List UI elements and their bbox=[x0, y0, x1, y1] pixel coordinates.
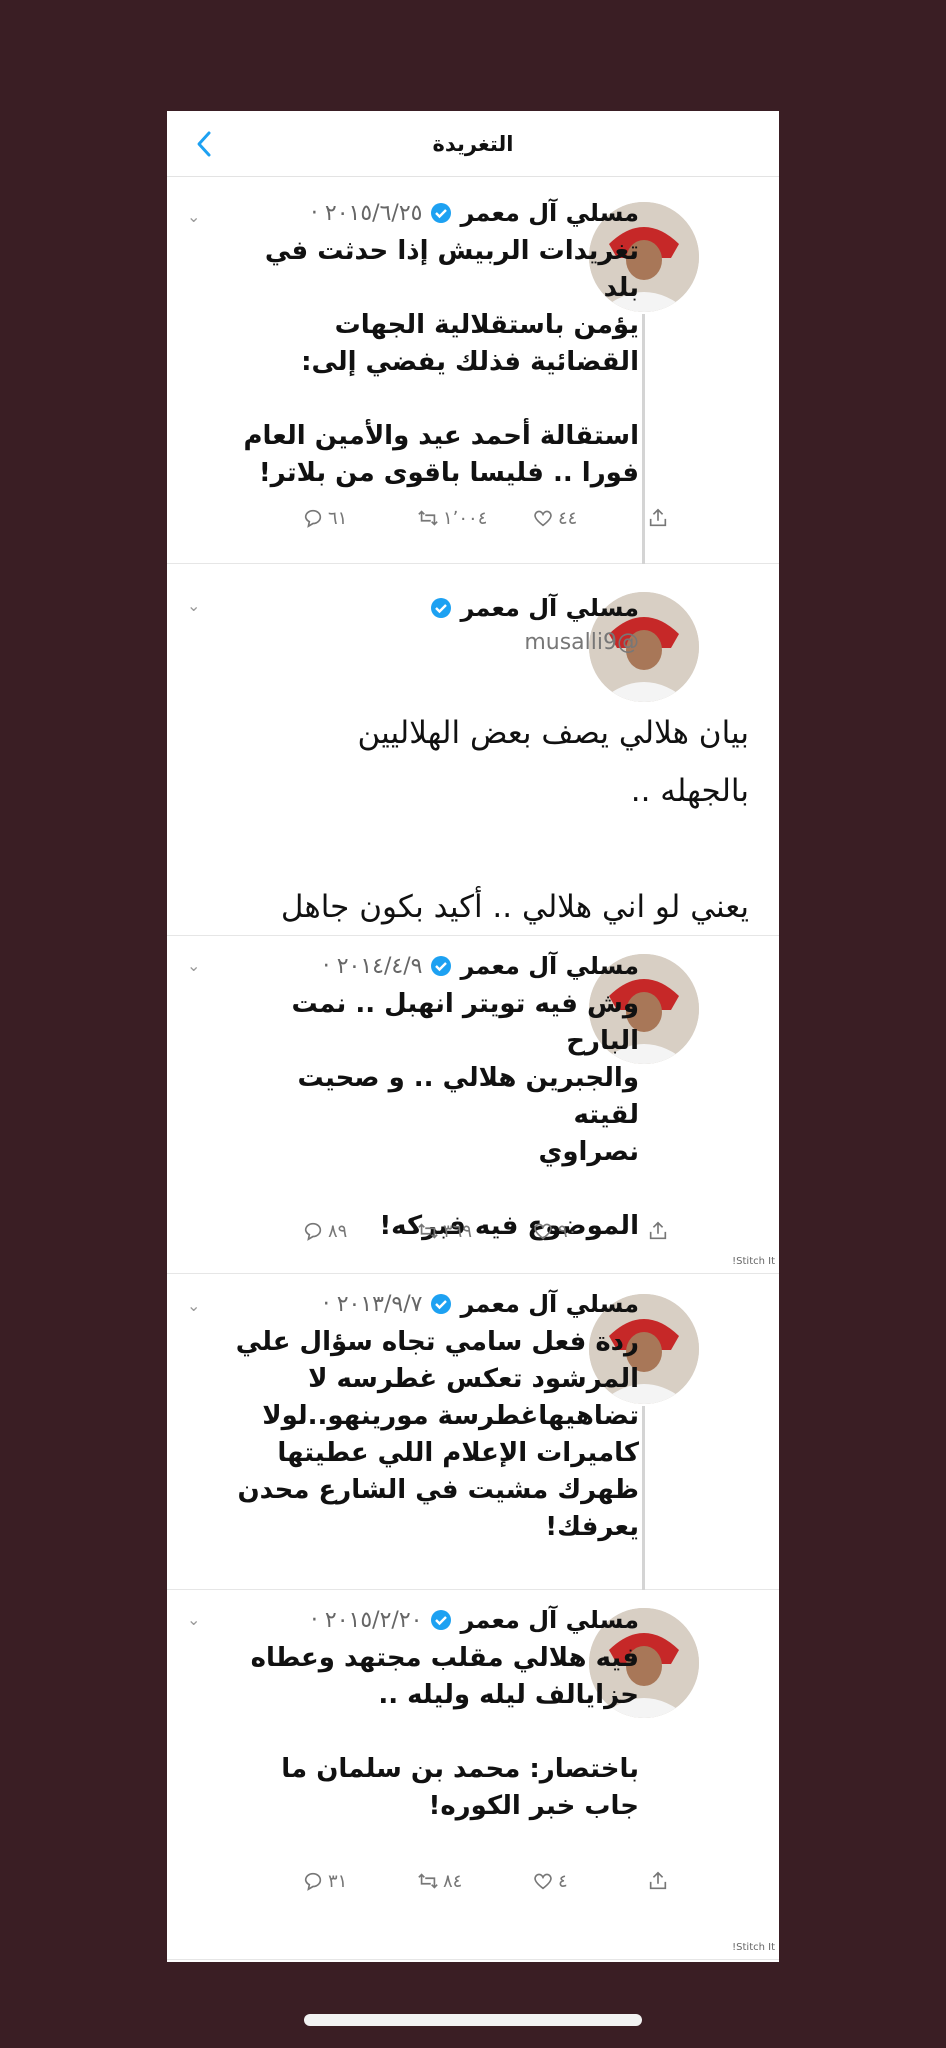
tweet-text: تغريدات الربيش إذا حدثت في بلد يؤمن باست… bbox=[243, 236, 639, 488]
like-button[interactable]: ٤ bbox=[532, 1870, 647, 1892]
author-name[interactable]: مسلي آل معمر bbox=[460, 594, 639, 622]
tweet-date[interactable]: ٢٠١٣/٩/٧ · bbox=[323, 1292, 423, 1317]
tweet-text: فيه هلالي مقلب مجتهد وعطاه حزايالف ليله … bbox=[250, 1643, 639, 1821]
tweet-actions: ٦١ ١٬٠٠٤ ٤٤ bbox=[167, 507, 779, 529]
retweet-button[interactable]: ١٬٠٠٤ bbox=[417, 507, 532, 529]
heart-icon bbox=[534, 1223, 552, 1240]
tweet-date[interactable]: ٢٠١٥/٢/٢٠ · bbox=[311, 1608, 423, 1633]
verified-badge-icon bbox=[431, 203, 452, 223]
back-button[interactable] bbox=[189, 124, 219, 164]
reply-count: ٦١ bbox=[328, 507, 348, 529]
reply-count: ٨٩ bbox=[328, 1220, 348, 1242]
verified-badge-icon bbox=[431, 956, 452, 976]
tweet-2[interactable]: ⌄ مسلي آل معمر @musalli9 بيان هلالي يصف … bbox=[167, 564, 779, 936]
like-button[interactable]: ٤٤ bbox=[532, 507, 647, 529]
share-icon bbox=[649, 1221, 667, 1240]
page-title: التغريدة bbox=[432, 131, 514, 156]
author-handle[interactable]: @musalli9 bbox=[227, 630, 774, 655]
share-icon bbox=[649, 1871, 667, 1890]
home-indicator[interactable] bbox=[304, 2014, 642, 2026]
retweet-count: ٨٤ bbox=[443, 1870, 463, 1892]
retweet-icon bbox=[418, 1873, 438, 1889]
share-button[interactable] bbox=[647, 1220, 762, 1242]
author-name[interactable]: مسلي آل معمر bbox=[460, 952, 639, 980]
retweet-icon bbox=[418, 510, 438, 526]
chevron-left-icon bbox=[197, 131, 211, 157]
tweet-actions: ٨٩ ٣٦٩ ٩٠ bbox=[167, 1220, 779, 1242]
tweet-date[interactable]: ٢٠١٥/٦/٢٥ · bbox=[311, 201, 423, 226]
verified-badge-icon bbox=[431, 1610, 452, 1630]
tweet-5[interactable]: ⌄ مسلي آل معمر ٢٠١٥/٢/٢٠ · فيه هلالي مقل… bbox=[167, 1590, 779, 1960]
tweet-1[interactable]: ⌄ مسلي آل معمر ٢٠١٥/٦/٢٥ · تغريدات الربي… bbox=[167, 177, 779, 564]
like-count: ٤ bbox=[558, 1870, 568, 1892]
tweet-header: مسلي آل معمر ٢٠١٣/٩/٧ · bbox=[227, 1288, 774, 1320]
reply-icon bbox=[304, 509, 322, 528]
like-button[interactable]: ٩٠ bbox=[532, 1220, 647, 1242]
retweet-icon bbox=[418, 1223, 438, 1239]
tweet-header: مسلي آل معمر ٢٠١٤/٤/٩ · bbox=[227, 950, 774, 982]
stitch-watermark: Stitch It! bbox=[732, 1256, 775, 1267]
author-name[interactable]: مسلي آل معمر bbox=[460, 199, 639, 227]
tweet-header: مسلي آل معمر ٢٠١٥/٢/٢٠ · bbox=[227, 1604, 774, 1636]
tweet-3[interactable]: ⌄ مسلي آل معمر ٢٠١٤/٤/٩ · وش فيه تويتر ا… bbox=[167, 936, 779, 1274]
tweet-screen: التغريدة ⌄ مسلي آل معمر ٢٠١٥/٦/٢٥ · تغري… bbox=[167, 111, 779, 1962]
reply-icon bbox=[304, 1222, 322, 1241]
top-bar: التغريدة bbox=[167, 111, 779, 177]
retweet-count: ٣٦٩ bbox=[443, 1220, 473, 1242]
reply-button[interactable]: ٣١ bbox=[302, 1870, 417, 1892]
reply-button[interactable]: ٨٩ bbox=[302, 1220, 417, 1242]
heart-icon bbox=[534, 510, 552, 527]
tweet-header: مسلي آل معمر ٢٠١٥/٦/٢٥ · bbox=[227, 197, 774, 229]
tweet-actions: ٣١ ٨٤ ٤ bbox=[167, 1870, 779, 1892]
retweet-count: ١٬٠٠٤ bbox=[443, 507, 488, 529]
tweet-text: وش فيه تويتر انهبل .. نمت البارح والجبري… bbox=[291, 989, 639, 1241]
like-count: ٩٠ bbox=[558, 1220, 578, 1242]
reply-icon bbox=[304, 1872, 322, 1891]
share-icon bbox=[649, 508, 667, 527]
tweet-header: مسلي آل معمر bbox=[227, 592, 774, 624]
retweet-button[interactable]: ٣٦٩ bbox=[417, 1220, 532, 1242]
tweet-4[interactable]: ⌄ مسلي آل معمر ٢٠١٣/٩/٧ · ردة فعل سامي ت… bbox=[167, 1274, 779, 1590]
verified-badge-icon bbox=[431, 598, 452, 618]
retweet-button[interactable]: ٨٤ bbox=[417, 1870, 532, 1892]
verified-badge-icon bbox=[431, 1294, 452, 1314]
author-name[interactable]: مسلي آل معمر bbox=[460, 1290, 639, 1318]
tweet-text: ردة فعل سامي تجاه سؤال علي المرشود تعكس … bbox=[235, 1327, 639, 1542]
like-count: ٤٤ bbox=[558, 507, 578, 529]
tweet-text: بيان هلالي يصف بعض الهلاليين بالجهله .. … bbox=[280, 715, 749, 925]
tweet-date[interactable]: ٢٠١٤/٤/٩ · bbox=[323, 954, 423, 979]
stitch-watermark: Stitch It! bbox=[732, 1942, 775, 1953]
reply-count: ٣١ bbox=[328, 1870, 348, 1892]
author-name[interactable]: مسلي آل معمر bbox=[460, 1606, 639, 1634]
share-button[interactable] bbox=[647, 1870, 762, 1892]
reply-button[interactable]: ٦١ bbox=[302, 507, 417, 529]
share-button[interactable] bbox=[647, 507, 762, 529]
heart-icon bbox=[534, 1873, 552, 1890]
